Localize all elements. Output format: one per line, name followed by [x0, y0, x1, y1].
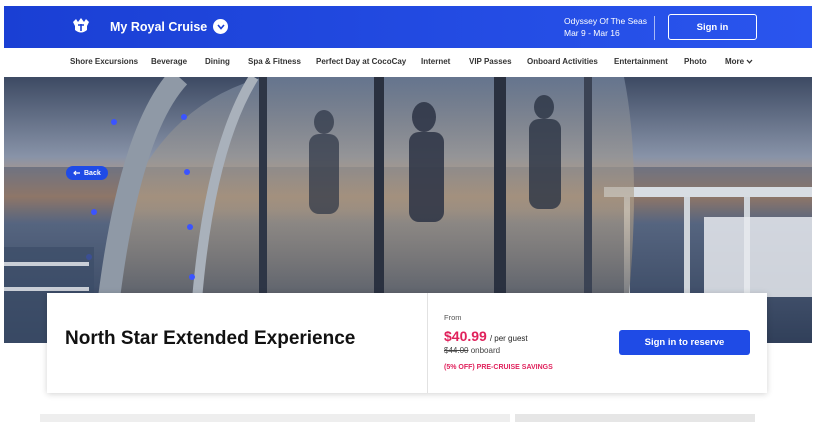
ship-name: Odyssey Of The Seas [564, 16, 647, 26]
excursion-card: North Star Extended Experience From $40.… [47, 293, 767, 393]
from-label: From [444, 313, 462, 322]
nav-dining[interactable]: Dining [205, 57, 230, 66]
sign-in-to-reserve-button[interactable]: Sign in to reserve [619, 330, 750, 355]
price-row: $40.99 / per guest [444, 328, 528, 344]
back-label: Back [84, 169, 101, 177]
original-price-suffix: onboard [470, 346, 501, 355]
chevron-down-icon [213, 19, 229, 34]
ship-dates: Mar 9 - Mar 16 [564, 28, 620, 38]
back-button[interactable]: Back [66, 166, 108, 180]
nav-onboard-activities[interactable]: Onboard Activities [527, 57, 598, 66]
category-nav: Shore Excursions Beverage Dining Spa & F… [4, 48, 812, 77]
price: $40.99 [444, 328, 487, 344]
arrow-left-icon [73, 170, 80, 176]
top-header: My Royal Cruise Odyssey Of The Seas Mar … [4, 6, 812, 48]
nav-beverage[interactable]: Beverage [151, 57, 187, 66]
sign-in-button[interactable]: Sign in [668, 14, 757, 40]
brand-label: My Royal Cruise [110, 19, 208, 34]
header-divider [654, 16, 655, 40]
content-placeholder-right [515, 414, 755, 422]
nav-more-label: More [725, 57, 745, 66]
nav-vip-passes[interactable]: VIP Passes [469, 57, 512, 66]
nav-internet[interactable]: Internet [421, 57, 450, 66]
nav-shore-excursions[interactable]: Shore Excursions [70, 57, 138, 66]
chevron-down-icon [746, 59, 753, 64]
my-royal-cruise-menu[interactable]: My Royal Cruise [110, 19, 229, 34]
nav-more[interactable]: More [725, 57, 753, 66]
nav-spa-fitness[interactable]: Spa & Fitness [248, 57, 301, 66]
savings-badge: (5% OFF) PRE-CRUISE SAVINGS [444, 364, 553, 371]
original-price: $44.00 [444, 346, 469, 355]
content-placeholder-left [40, 414, 510, 422]
per-guest-label: / per guest [489, 334, 528, 343]
nav-perfect-day[interactable]: Perfect Day at CocoCay [316, 57, 406, 66]
nav-photo[interactable]: Photo [684, 57, 707, 66]
card-divider [427, 293, 428, 393]
ship-info: Odyssey Of The Seas Mar 9 - Mar 16 [564, 15, 647, 39]
nav-entertainment[interactable]: Entertainment [614, 57, 668, 66]
original-price-row: $44.00 onboard [444, 346, 500, 355]
royal-caribbean-logo-icon[interactable] [70, 16, 92, 38]
page-title: North Star Extended Experience [65, 328, 356, 349]
